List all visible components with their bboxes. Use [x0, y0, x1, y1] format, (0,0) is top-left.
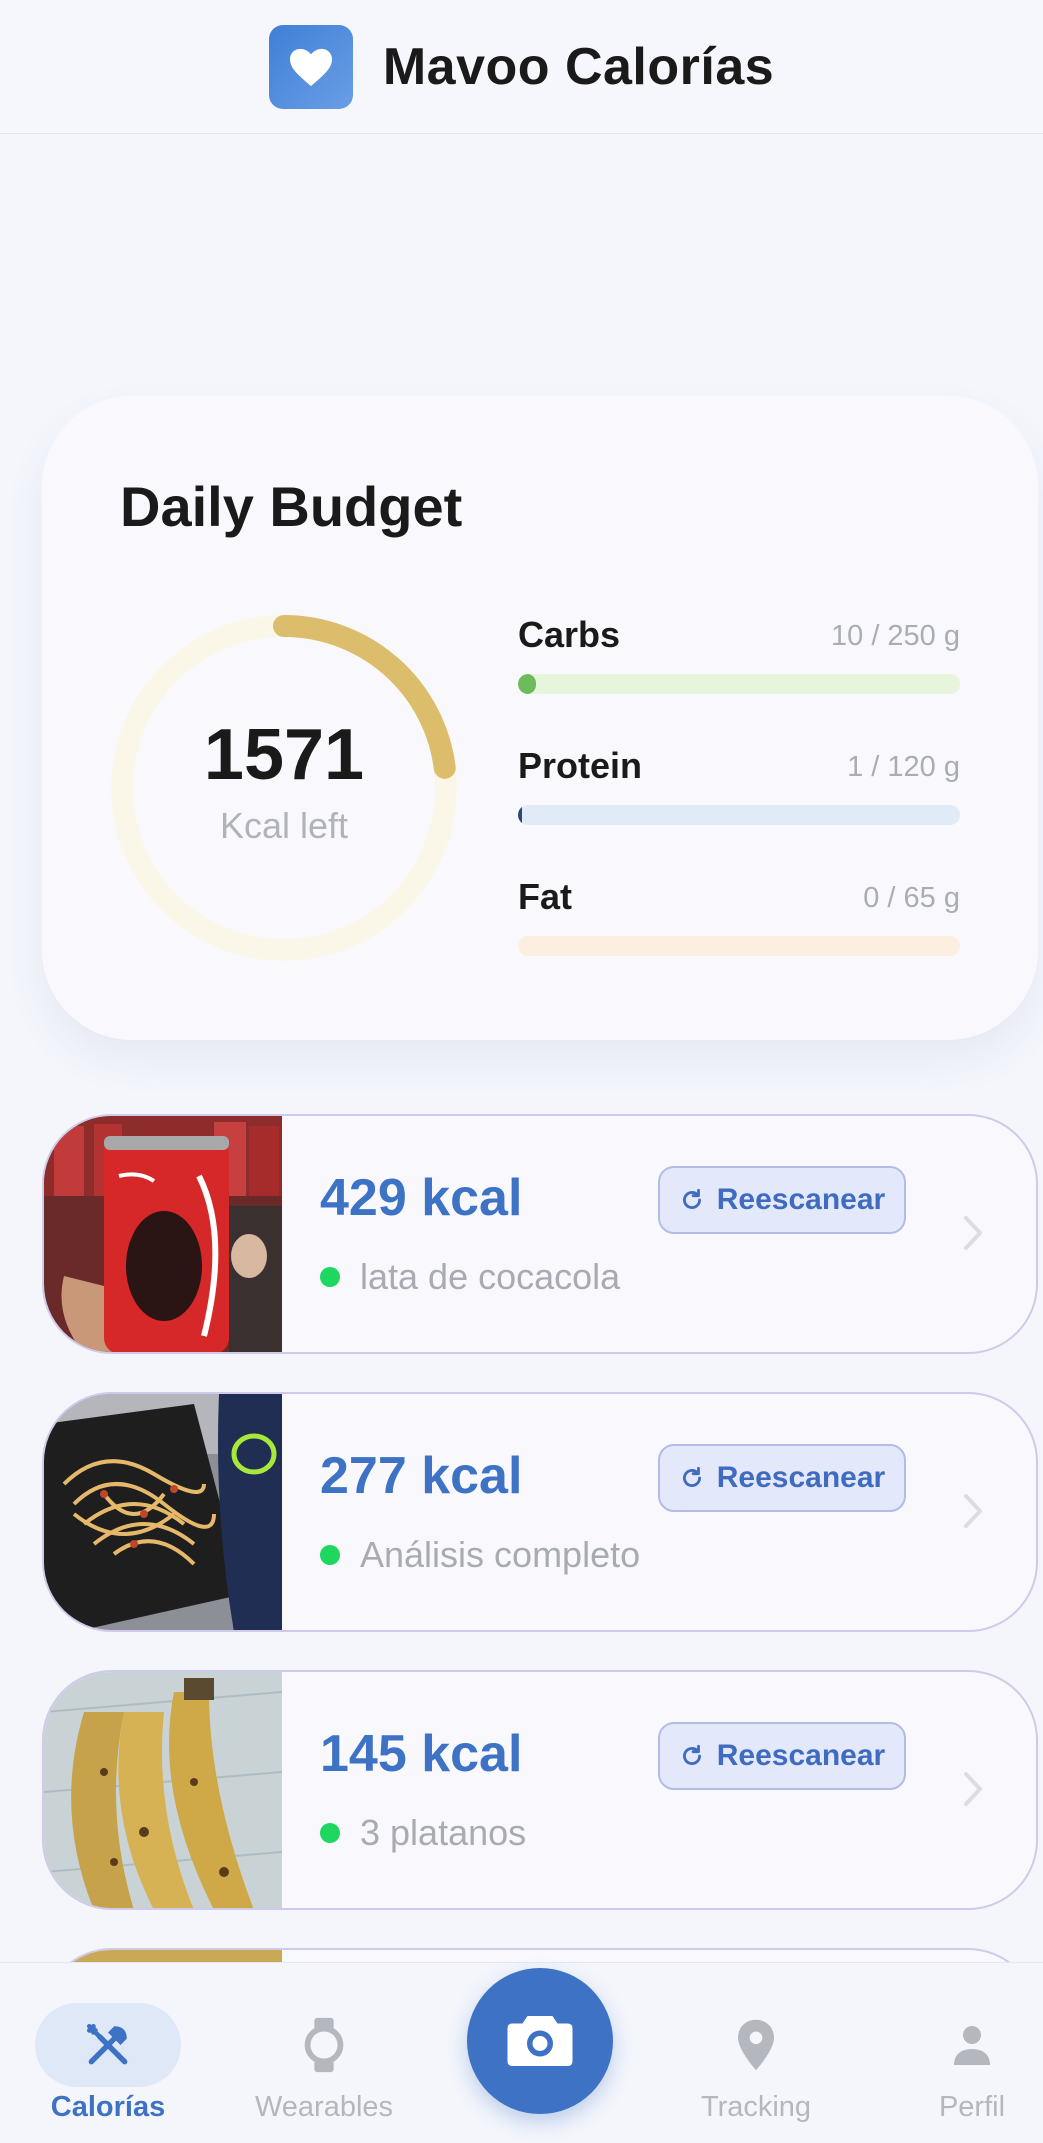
macro-bar: [518, 936, 960, 956]
macro-name: Carbs: [518, 614, 621, 655]
macro-bar: [518, 805, 960, 825]
nav-item-tracking[interactable]: Tracking: [656, 1963, 856, 2143]
macro-name: Fat: [518, 876, 572, 917]
macro-protein: Protein 1 / 120 g: [518, 745, 960, 876]
macro-value: 1 / 120 g: [847, 751, 960, 783]
bananas-photo: [44, 1672, 282, 1908]
food-entry[interactable]: 277 kcal Reescanear Análisis completo: [42, 1392, 1038, 1632]
nav-pill: [899, 2003, 1043, 2087]
food-name: lata de cocacola: [360, 1256, 621, 1297]
status-dot: [320, 1823, 340, 1843]
status-dot: [320, 1545, 340, 1565]
person-icon: [954, 2026, 990, 2065]
macros-list: Carbs 10 / 250 g Protein 1 / 120 g Fat 0…: [518, 614, 960, 1007]
refresh-icon: [682, 1744, 701, 1765]
chevron-right-icon: [964, 1494, 982, 1528]
nav-pill: [251, 2003, 397, 2087]
chevron-right-icon: [964, 1216, 982, 1250]
watch-icon: [304, 2017, 344, 2073]
status-dot: [320, 1267, 340, 1287]
budget-title: Daily Budget: [120, 475, 463, 538]
food-kcal: 429 kcal: [320, 1169, 523, 1227]
rescan-button[interactable]: Reescanear: [658, 1166, 906, 1234]
rescan-button[interactable]: Reescanear: [658, 1722, 906, 1790]
macro-value: 10 / 250 g: [831, 620, 960, 652]
fork-knife-icon: [86, 2023, 128, 2065]
food-kcal: 145 kcal: [320, 1725, 523, 1783]
rescan-label: Reescanear: [716, 1183, 886, 1216]
food-kcal: 277 kcal: [320, 1447, 523, 1505]
food-name: Análisis completo: [360, 1534, 641, 1575]
nav-label: Perfil: [938, 2091, 1006, 2123]
refresh-icon: [682, 1188, 701, 1209]
food-entry[interactable]: 145 kcal Reescanear 3 platanos: [42, 1670, 1038, 1910]
rescan-button[interactable]: Reescanear: [658, 1444, 906, 1512]
calorie-ring: 1571 Kcal left: [102, 606, 466, 970]
pasta-plate-photo: [44, 1394, 282, 1630]
app-logo: [268, 24, 353, 109]
kcal-left-label: Kcal left: [219, 805, 349, 846]
chevron-right-icon: [964, 1772, 982, 1806]
camera-button[interactable]: [467, 1968, 613, 2114]
nav-item-wearables[interactable]: Wearables: [224, 1963, 424, 2143]
nav-item-perfil[interactable]: Perfil: [872, 1963, 1043, 2143]
nav-label: Tracking: [700, 2091, 812, 2123]
camera-icon: [507, 2016, 573, 2066]
macro-fat: Fat 0 / 65 g: [518, 876, 960, 1007]
food-entry[interactable]: 429 kcal Reescanear lata de cocacola: [42, 1114, 1038, 1354]
nav-item-calorias[interactable]: Calorías: [8, 1963, 208, 2143]
macro-bar-fill: [518, 674, 536, 694]
macro-bar-fill: [518, 805, 523, 825]
kcal-left-value: 1571: [203, 715, 365, 795]
heart-icon: [289, 48, 332, 86]
soda-can-photo: [44, 1116, 282, 1352]
food-name: 3 platanos: [360, 1812, 527, 1853]
macro-carbs: Carbs 10 / 250 g: [518, 614, 960, 745]
daily-budget-card: Daily Budget 1571 Kcal left Carbs 10 / 2…: [42, 396, 1038, 1040]
nav-label: Wearables: [254, 2091, 394, 2123]
app-title: Mavoo Calorías: [382, 37, 775, 96]
rescan-label: Reescanear: [716, 1461, 886, 1494]
rescan-label: Reescanear: [716, 1739, 886, 1772]
nav-pill: [683, 2003, 829, 2087]
nav-active-pill: [35, 2003, 181, 2087]
macro-name: Protein: [518, 745, 643, 786]
location-pin-icon: [738, 2019, 774, 2071]
refresh-icon: [682, 1466, 701, 1487]
macro-value: 0 / 65 g: [863, 882, 960, 914]
macro-bar: [518, 674, 960, 694]
app-header: Mavoo Calorías: [0, 0, 1043, 134]
nav-label: Calorías: [50, 2091, 166, 2123]
